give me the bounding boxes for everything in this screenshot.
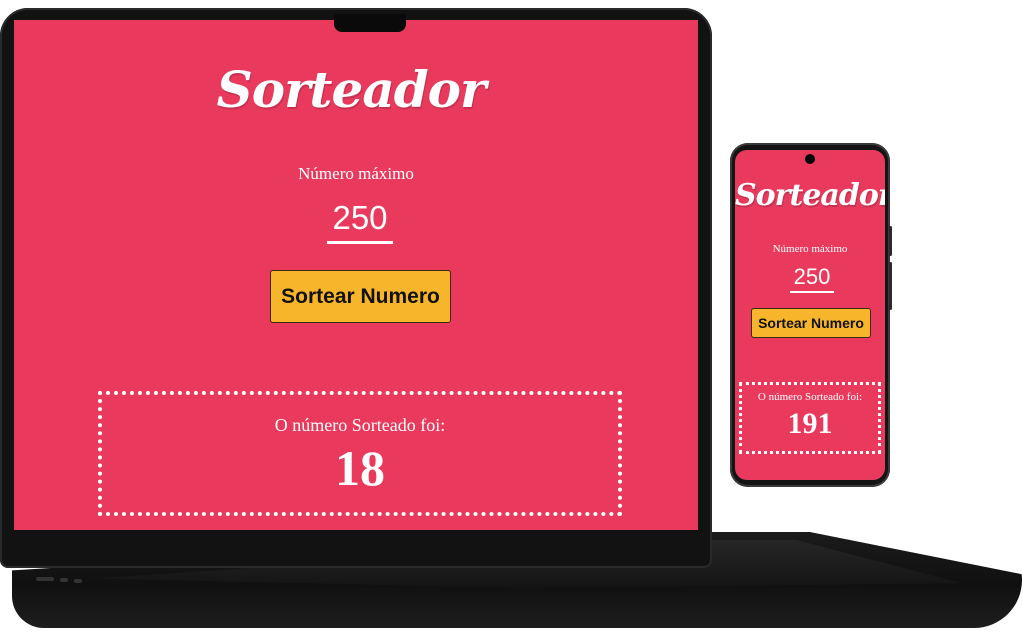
result-label: O número Sorteado foi: — [757, 391, 863, 403]
max-number-input[interactable]: 250 — [327, 198, 393, 244]
max-number-label: Número máximo — [772, 243, 848, 255]
result-label: O número Sorteado foi: — [274, 415, 446, 435]
device-mockup-scene: Sorteador Número máximo 250 Sortear Nume… — [0, 0, 1023, 633]
draw-number-button[interactable]: Sortear Numero — [270, 270, 451, 323]
app-title: Sorteador — [216, 60, 487, 119]
result-value: 191 — [787, 407, 833, 440]
max-number-input[interactable]: 250 — [790, 263, 834, 293]
laptop-port — [60, 578, 68, 582]
desktop-app-screen: Sorteador Número máximo 250 Sortear Nume… — [14, 20, 698, 530]
phone-side-button — [889, 226, 892, 256]
laptop-camera-notch — [334, 14, 406, 32]
result-box: O número Sorteado foi: 191 — [739, 382, 881, 454]
laptop-port — [74, 579, 82, 583]
max-number-label: Número máximo — [298, 164, 414, 183]
mobile-app-screen: Sorteador Número máximo 250 Sortear Nume… — [735, 150, 885, 480]
result-value: 18 — [335, 440, 385, 496]
result-box: O número Sorteado foi: 18 — [98, 391, 622, 516]
phone-side-button — [889, 262, 892, 310]
draw-number-button[interactable]: Sortear Numero — [751, 308, 871, 338]
phone-front-camera — [805, 154, 815, 164]
laptop-port — [36, 577, 54, 581]
app-title: Sorteador — [735, 178, 885, 213]
